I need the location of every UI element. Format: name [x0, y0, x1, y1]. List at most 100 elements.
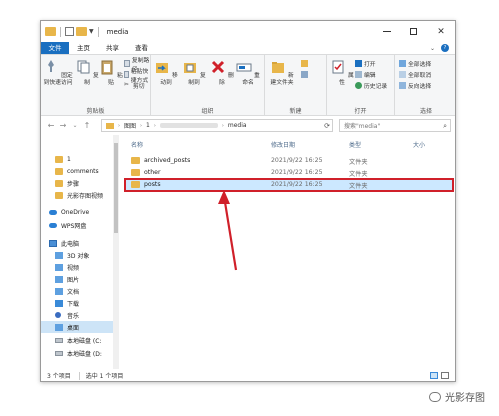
select-none-label: 全部取消	[408, 73, 432, 79]
nav-item[interactable]: 1	[41, 153, 113, 165]
ribbon-controls: ⌄ ?	[430, 42, 449, 54]
help-icon[interactable]: ?	[441, 44, 449, 52]
folder-icon	[55, 167, 63, 175]
file-row[interactable]: archived_posts 2021/9/22 16:25 文件夹	[125, 155, 453, 167]
nav-item[interactable]: 桌面	[41, 321, 113, 333]
nav-item-label: 下载	[67, 300, 80, 308]
scrollbar-thumb[interactable]	[114, 143, 118, 233]
nav-item[interactable]: 此电脑	[41, 237, 113, 249]
select-all-button[interactable]: 全部选择	[399, 59, 431, 68]
forward-button[interactable]: →	[57, 121, 69, 130]
watermark: 光影存图	[429, 389, 485, 404]
refresh-icon[interactable]: ⟳	[324, 122, 330, 130]
nav-item[interactable]: 下载	[41, 297, 113, 309]
document-icon	[55, 287, 63, 295]
nav-item[interactable]: OneDrive	[41, 206, 113, 218]
column-header-type[interactable]: 类型	[349, 140, 361, 152]
select-all-label: 全部选择	[408, 62, 432, 68]
scissors-icon: ✂	[124, 82, 129, 88]
properties-button[interactable]: 属性	[329, 59, 355, 87]
new-item-icon	[301, 60, 308, 67]
tab-file[interactable]: 文件	[41, 42, 69, 54]
open-icon	[355, 60, 362, 67]
breadcrumb-current[interactable]: media	[224, 122, 251, 129]
explorer-window: ▼ media ✕ 文件 主页 共享 查看 ⌄ ? 固定到快速访问 复制 粘贴 …	[40, 20, 456, 382]
address-row: ← → ⌄ ↑ › 图图 › 1 › › media ⟳ 搜索"media" ⌕	[41, 116, 455, 135]
details-view-icon[interactable]	[430, 372, 438, 379]
file-name-cell: other	[131, 169, 160, 176]
new-folder-button[interactable]: 新建文件夹	[269, 59, 295, 87]
history-button[interactable]: 历史记录	[355, 81, 387, 90]
item-count: 3 个项目	[47, 373, 71, 380]
nav-item[interactable]: 视频	[41, 261, 113, 273]
video-icon	[55, 263, 63, 271]
new-folder-icon	[272, 62, 285, 73]
ribbon-tabs: 文件 主页 共享 查看 ⌄ ?	[41, 42, 455, 54]
breadcrumb-separator: ›	[153, 122, 156, 129]
watermark-text: 光影存图	[445, 393, 485, 404]
rename-icon	[236, 63, 252, 72]
easy-access-button[interactable]	[301, 70, 310, 79]
nav-item[interactable]: 图片	[41, 273, 113, 285]
select-none-button[interactable]: 全部取消	[399, 70, 431, 79]
nav-item[interactable]: comments	[41, 165, 113, 177]
maximize-button[interactable]	[401, 21, 425, 42]
nav-item[interactable]: 3D 对象	[41, 249, 113, 261]
nav-item[interactable]: 音乐	[41, 309, 113, 321]
large-icons-view-icon[interactable]	[441, 372, 449, 379]
chevron-down-icon[interactable]: ⌄	[430, 45, 435, 52]
copy-icon	[77, 60, 90, 74]
title-bar: ▼ media ✕	[41, 21, 455, 42]
copy-button[interactable]: 复制	[74, 59, 100, 87]
file-type: 文件夹	[349, 159, 368, 166]
breadcrumb-item[interactable]: 1	[142, 122, 154, 129]
address-bar[interactable]: › 图图 › 1 › › media ⟳	[101, 119, 333, 132]
column-header-date[interactable]: 修改日期	[271, 140, 295, 152]
nav-item-label: OneDrive	[61, 208, 90, 216]
nav-scrollbar[interactable]	[113, 135, 119, 369]
column-header-size[interactable]: 大小	[413, 140, 425, 152]
file-name: other	[144, 169, 161, 176]
nav-item-label: 此电脑	[61, 240, 80, 248]
close-button[interactable]: ✕	[429, 21, 453, 42]
pin-quick-access-button[interactable]: 固定到快速访问	[43, 59, 73, 87]
delete-button[interactable]: 删除	[209, 59, 235, 87]
nav-item[interactable]: 光影存图视频	[41, 189, 113, 201]
breadcrumb-item[interactable]: 图图	[120, 121, 140, 130]
nav-item-label: 3D 对象	[67, 252, 90, 260]
invert-selection-button[interactable]: 反向选择	[399, 81, 431, 90]
nav-item[interactable]: WPS网盘	[41, 219, 113, 231]
edit-button[interactable]: 编辑	[355, 70, 376, 79]
tab-share[interactable]: 共享	[98, 42, 127, 54]
select-group: 全部选择 全部取消 反向选择 选择	[395, 55, 455, 117]
new-item-button[interactable]	[301, 59, 310, 68]
tab-home[interactable]: 主页	[69, 42, 98, 54]
rename-button[interactable]: 重命名	[235, 59, 261, 87]
folder-icon	[55, 179, 63, 187]
nav-item[interactable]: 步骤	[41, 177, 113, 189]
nav-item[interactable]: 文档	[41, 285, 113, 297]
nav-item[interactable]: 本地磁盘 (C:	[41, 334, 113, 346]
column-header-name[interactable]: 名称	[131, 140, 143, 152]
cut-button[interactable]: ✂ 剪切	[124, 81, 145, 90]
invert-selection-label: 反向选择	[408, 84, 432, 90]
minimize-icon	[383, 31, 391, 32]
maximize-icon	[409, 28, 417, 35]
recent-locations-button[interactable]: ⌄	[69, 122, 81, 129]
folder-icon	[106, 122, 114, 129]
minimize-button[interactable]	[375, 21, 399, 42]
open-button[interactable]: 打开	[355, 59, 376, 68]
move-to-button[interactable]: 移动到	[153, 59, 179, 87]
paste-shortcut-button[interactable]: 粘贴快捷方式	[124, 69, 150, 84]
paste-button[interactable]: 粘贴	[98, 59, 124, 87]
copy-to-button[interactable]: 复制到	[181, 59, 207, 87]
properties-icon[interactable]	[65, 27, 74, 36]
new-folder-icon[interactable]	[76, 27, 87, 36]
up-button[interactable]: ↑	[81, 121, 93, 130]
tab-view[interactable]: 查看	[127, 42, 156, 54]
properties-icon	[332, 60, 344, 74]
search-input[interactable]: 搜索"media" ⌕	[339, 119, 451, 132]
nav-item[interactable]: 本地磁盘 (D:	[41, 347, 113, 359]
back-button[interactable]: ←	[45, 121, 57, 130]
customize-toolbar-icon[interactable]: ▼	[89, 28, 94, 35]
